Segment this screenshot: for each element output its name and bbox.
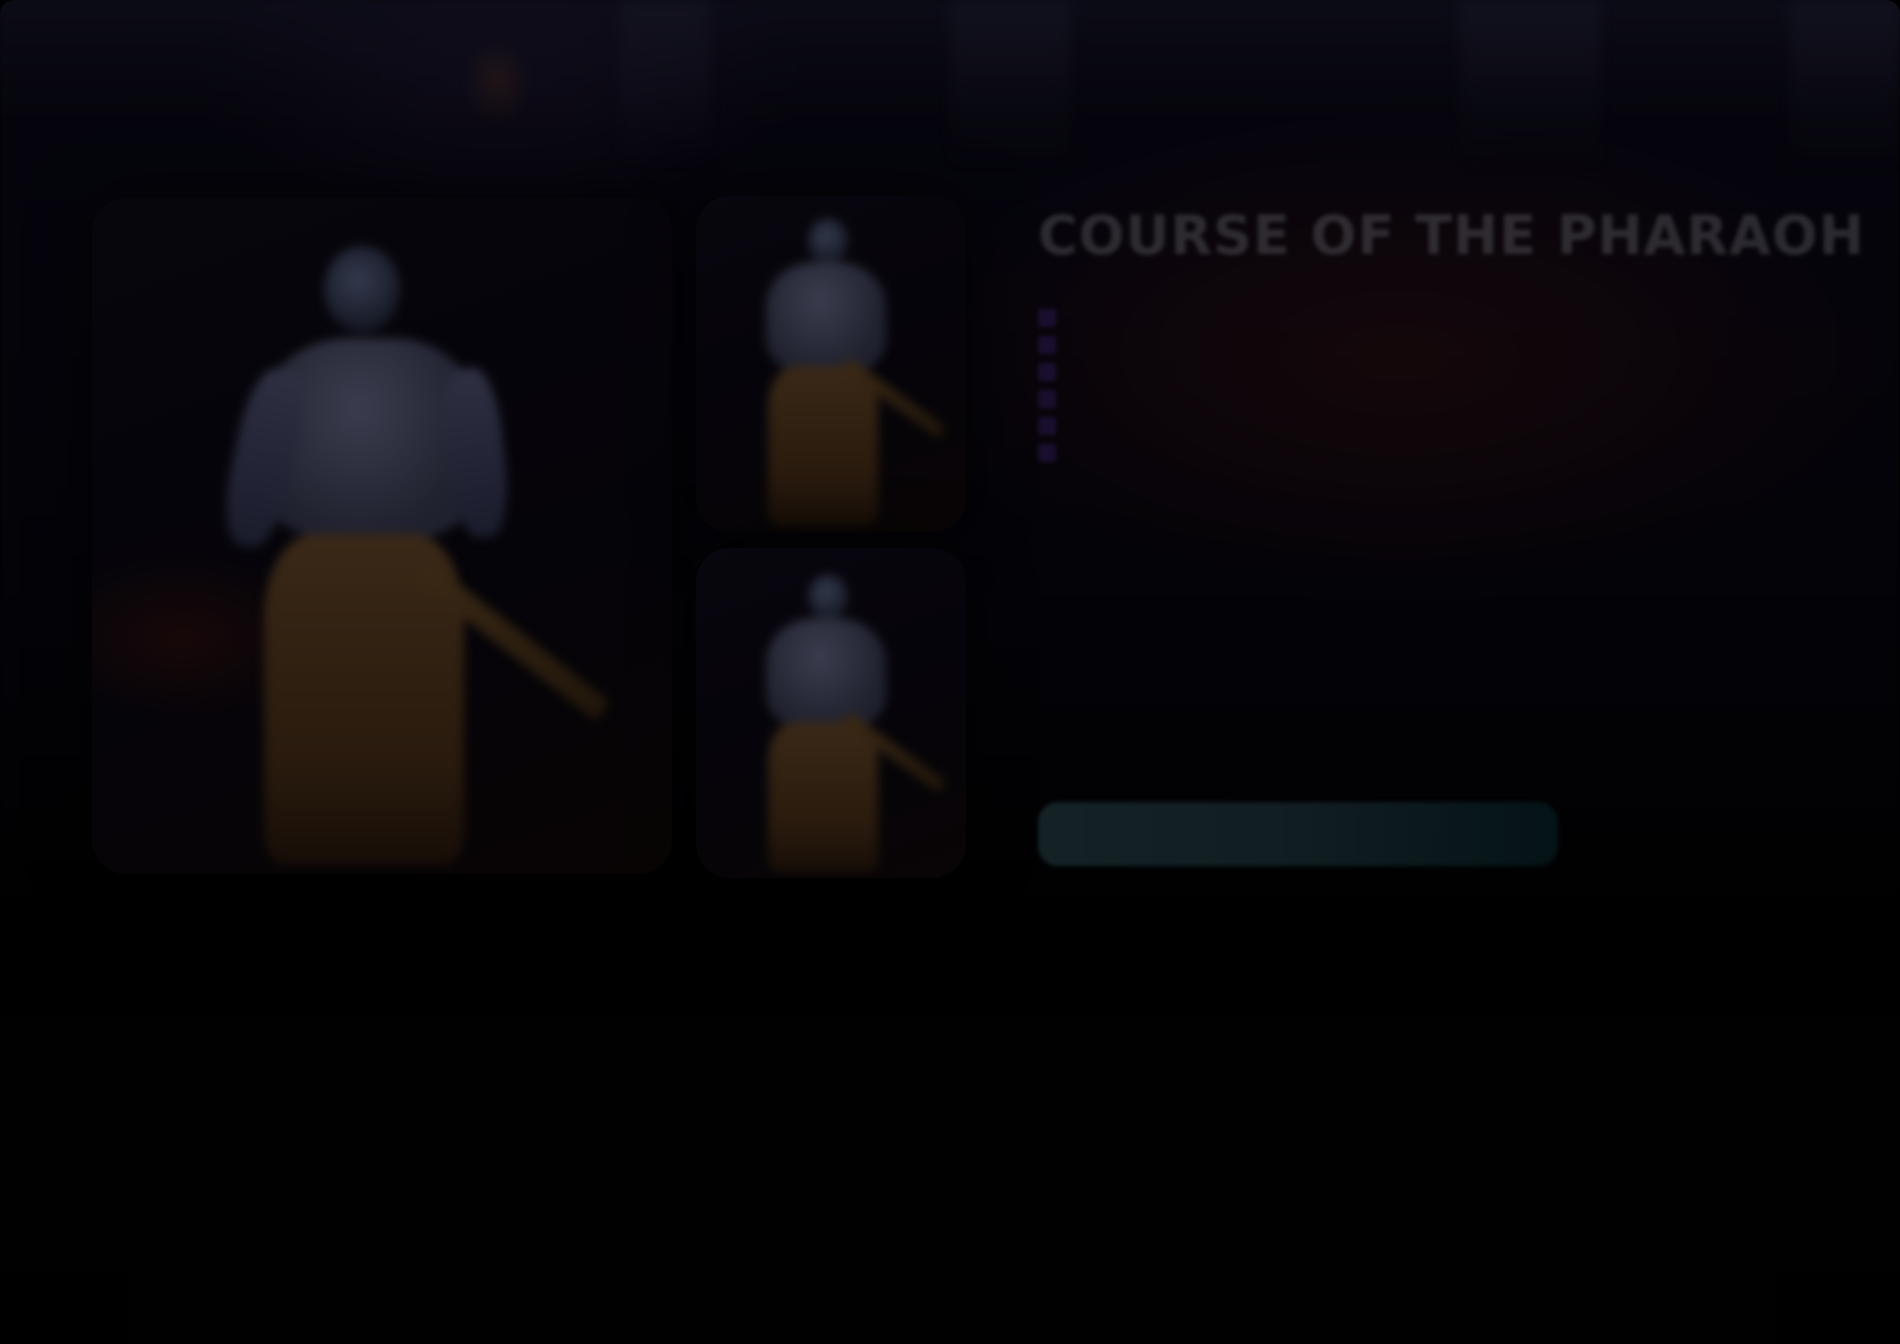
buy-now-button[interactable]: [1038, 802, 1558, 866]
offer-details: COURSE OF THE PHARAOH: [1038, 200, 1865, 462]
feature-item: [1038, 300, 1798, 327]
bullet-icon: [1038, 417, 1056, 435]
background-structure: [620, 0, 710, 170]
offer-title: COURSE OF THE PHARAOH: [1038, 204, 1865, 267]
feature-item: [1038, 408, 1798, 435]
background-structure: [1460, 0, 1600, 170]
feature-list: [1038, 300, 1798, 462]
operator-figure: [696, 196, 966, 532]
feature-item: [1038, 435, 1798, 462]
bullet-icon: [1038, 363, 1056, 381]
operator-figure: [92, 198, 672, 874]
bullet-icon: [1038, 309, 1056, 327]
feature-item: [1038, 381, 1798, 408]
operator-preview-main[interactable]: [92, 198, 672, 874]
bullet-icon: [1038, 336, 1056, 354]
bullet-icon: [1038, 390, 1056, 408]
feature-item: [1038, 354, 1798, 381]
bullet-icon: [1038, 444, 1056, 462]
operator-preview-alt-2[interactable]: [696, 548, 966, 878]
feature-item: [1038, 327, 1798, 354]
background-statue: [462, 36, 532, 126]
background-structure: [1790, 0, 1900, 170]
background-structure: [950, 0, 1070, 170]
operator-figure: [696, 548, 966, 878]
page-viewport: COURSE OF THE PHARAOH: [0, 0, 1900, 1344]
operator-preview-alt-1[interactable]: [696, 196, 966, 532]
